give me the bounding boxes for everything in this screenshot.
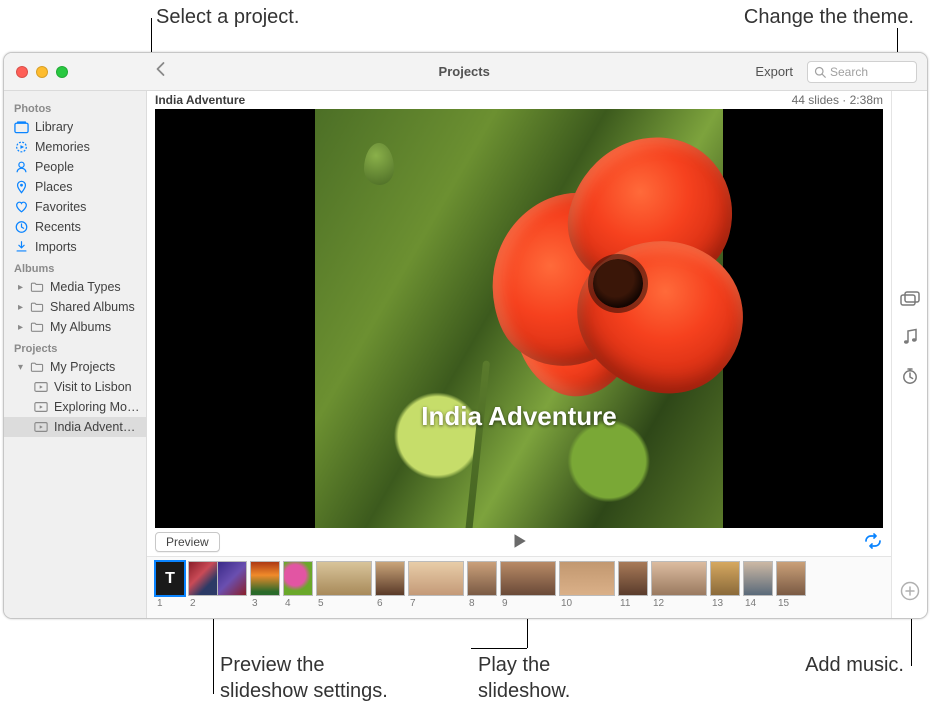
chevron-right-icon: ▸ xyxy=(18,322,28,333)
thumb-6[interactable]: 6 xyxy=(375,561,404,609)
sidebar-item-my-albums[interactable]: ▸ My Albums xyxy=(4,317,146,337)
sidebar-header-albums: Albums xyxy=(4,257,146,277)
page-title: Projects xyxy=(173,64,755,79)
project-name: India Adventure xyxy=(155,93,245,107)
library-icon xyxy=(14,120,29,134)
callout-play-slideshow: Play the slideshow. xyxy=(478,652,570,704)
places-icon xyxy=(14,180,29,194)
music-icon xyxy=(902,328,918,346)
slideshow-icon xyxy=(34,381,48,393)
sidebar-header-photos: Photos xyxy=(4,97,146,117)
search-placeholder: Search xyxy=(830,65,868,79)
project-meta: 44 slides · 2:38m xyxy=(792,93,883,107)
sidebar-item-places[interactable]: Places xyxy=(4,177,146,197)
export-button[interactable]: Export xyxy=(755,64,793,79)
thumb-1[interactable]: T 1 xyxy=(155,561,184,609)
duration-button[interactable] xyxy=(901,367,919,388)
theme-button[interactable] xyxy=(900,291,920,310)
timer-icon xyxy=(901,367,919,385)
folder-icon xyxy=(30,301,44,313)
search-input[interactable]: Search xyxy=(807,61,917,83)
sidebar-item-my-projects[interactable]: ▾ My Projects xyxy=(4,357,146,377)
thumb-5[interactable]: 5 xyxy=(316,561,371,609)
sidebar-item-library[interactable]: Library xyxy=(4,117,146,137)
play-button[interactable] xyxy=(510,532,528,553)
slide-image xyxy=(315,109,723,528)
folder-icon xyxy=(30,321,44,333)
preview-button[interactable]: Preview xyxy=(155,532,220,552)
folder-icon xyxy=(30,361,44,373)
people-icon xyxy=(14,160,29,174)
thumb-10[interactable]: 10 xyxy=(559,561,614,609)
sidebar-item-imports[interactable]: Imports xyxy=(4,237,146,257)
thumb-7[interactable]: 7 xyxy=(408,561,463,609)
loop-button[interactable] xyxy=(863,533,883,552)
thumb-13[interactable]: 13 xyxy=(710,561,739,609)
close-icon[interactable] xyxy=(16,66,28,78)
heart-icon xyxy=(14,200,29,214)
add-photos-button[interactable] xyxy=(900,581,920,604)
memories-icon xyxy=(14,140,29,154)
sidebar-item-shared-albums[interactable]: ▸ Shared Albums xyxy=(4,297,146,317)
search-icon xyxy=(814,66,826,78)
theme-icon xyxy=(900,291,920,307)
slideshow-icon xyxy=(34,421,48,433)
minimize-icon[interactable] xyxy=(36,66,48,78)
sidebar: Photos Library Memories People Places Fa… xyxy=(4,91,147,618)
project-info-row: India Adventure 44 slides · 2:38m xyxy=(147,91,891,109)
sidebar-item-memories[interactable]: Memories xyxy=(4,137,146,157)
callout-select-project: Select a project. xyxy=(156,4,299,30)
sidebar-project-item[interactable]: Exploring Mor… xyxy=(4,397,146,417)
clock-icon xyxy=(14,220,29,234)
chevron-right-icon: ▸ xyxy=(18,282,28,293)
callout-preview-settings: Preview the slideshow settings. xyxy=(220,652,388,704)
right-rail xyxy=(891,91,927,618)
titlebar: Projects Export Search xyxy=(4,53,927,91)
chevron-right-icon: ▸ xyxy=(18,302,28,313)
sidebar-item-favorites[interactable]: Favorites xyxy=(4,197,146,217)
thumb-12[interactable]: 12 xyxy=(651,561,706,609)
sidebar-header-projects: Projects xyxy=(4,337,146,357)
sidebar-item-recents[interactable]: Recents xyxy=(4,217,146,237)
back-button[interactable] xyxy=(147,61,173,82)
preview-area[interactable]: India Adventure xyxy=(155,109,883,528)
window-controls xyxy=(4,66,147,78)
callout-add-music: Add music. xyxy=(764,652,904,678)
zoom-icon[interactable] xyxy=(56,66,68,78)
thumb-2[interactable]: 2 xyxy=(188,561,246,609)
main-area: India Adventure 44 slides · 2:38m xyxy=(147,91,927,618)
sidebar-project-item-selected[interactable]: India Adventure xyxy=(4,417,146,437)
sidebar-item-people[interactable]: People xyxy=(4,157,146,177)
filmstrip[interactable]: T 1 2 3 4 xyxy=(147,556,891,618)
thumb-9[interactable]: 9 xyxy=(500,561,555,609)
plus-circle-icon xyxy=(900,581,920,601)
play-icon xyxy=(510,532,528,550)
thumb-15[interactable]: 15 xyxy=(776,561,805,609)
playback-controls: Preview xyxy=(147,528,891,556)
music-button[interactable] xyxy=(902,328,918,349)
thumb-4[interactable]: 4 xyxy=(283,561,312,609)
sidebar-project-item[interactable]: Visit to Lisbon xyxy=(4,377,146,397)
download-icon xyxy=(14,240,29,254)
slideshow-icon xyxy=(34,401,48,413)
thumb-8[interactable]: 8 xyxy=(467,561,496,609)
chevron-down-icon: ▾ xyxy=(18,362,28,373)
thumb-3[interactable]: 3 xyxy=(250,561,279,609)
thumb-14[interactable]: 14 xyxy=(743,561,772,609)
app-window: Projects Export Search Photos Library Me… xyxy=(3,52,928,619)
callout-change-theme: Change the theme. xyxy=(714,4,914,30)
slide-title: India Adventure xyxy=(155,401,883,432)
folder-icon xyxy=(30,281,44,293)
sidebar-item-media-types[interactable]: ▸ Media Types xyxy=(4,277,146,297)
callout-line xyxy=(471,648,527,649)
title-slide-thumb[interactable]: T xyxy=(155,561,185,596)
loop-icon xyxy=(863,533,883,549)
thumb-11[interactable]: 11 xyxy=(618,561,647,609)
